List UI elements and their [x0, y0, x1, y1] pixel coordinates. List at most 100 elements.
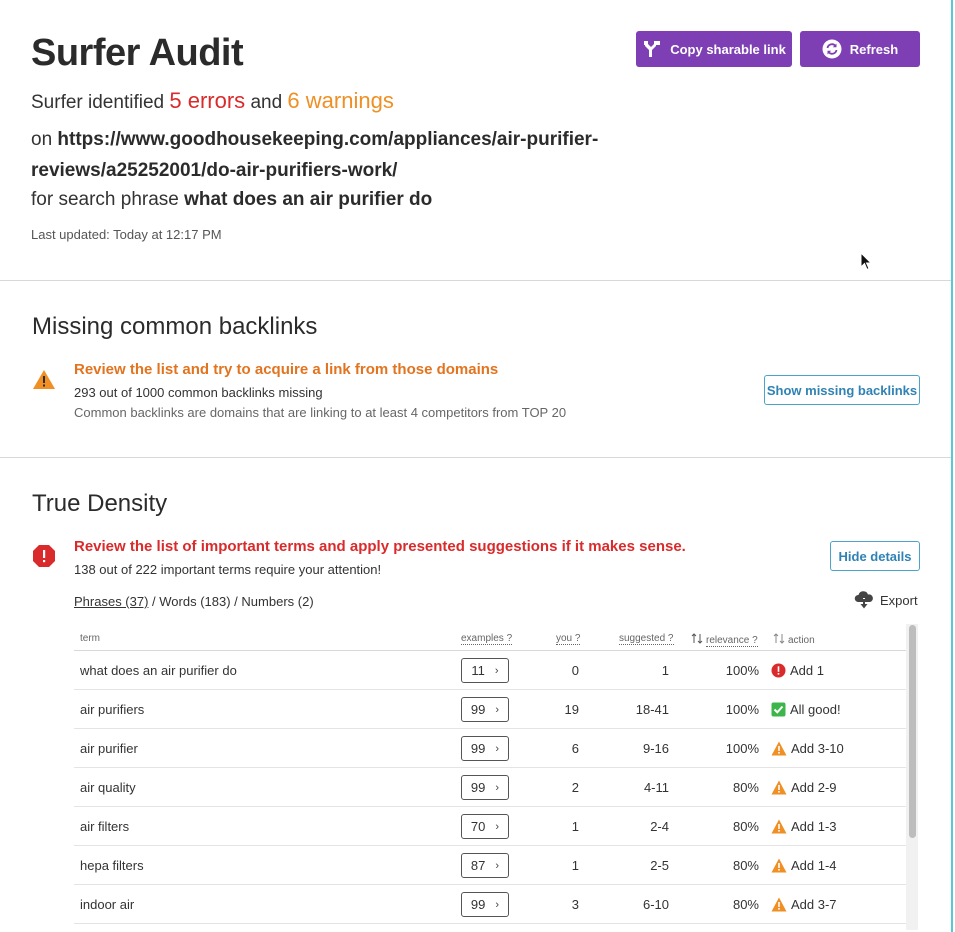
action-label: Add 3-10	[791, 741, 844, 756]
action-label: Add 2-9	[791, 780, 837, 795]
relevance-cell: 100%	[725, 663, 759, 678]
density-headline: Review the list of important terms and a…	[74, 538, 686, 555]
tab-separator: /	[230, 594, 242, 609]
examples-count: 11	[471, 663, 485, 678]
backlinks-section: Missing common backlinks Review the list…	[0, 281, 951, 458]
table-row: air purifiers 99 › 19 18-41 100% All good!	[74, 690, 906, 729]
copy-link-label: Copy sharable link	[670, 41, 786, 57]
table-row: air filters 70 › 1 2-4 80% Add 1-3	[74, 807, 906, 846]
term-cell: air filters	[80, 819, 130, 834]
tab-numbers[interactable]: Numbers (2)	[241, 594, 313, 609]
warning-icon	[33, 370, 55, 389]
refresh-icon	[822, 39, 842, 59]
action-label: All good!	[790, 702, 841, 717]
audit-header: Surfer Audit Surfer identified 5 errors …	[0, 0, 951, 281]
export-label: Export	[880, 592, 918, 608]
table-scrollbar-thumb[interactable]	[909, 625, 916, 838]
warning-icon	[771, 819, 787, 834]
relevance-cell: 100%	[725, 702, 759, 717]
chevron-right-icon: ›	[495, 898, 500, 911]
hide-details-button[interactable]: Hide details	[830, 541, 920, 571]
action-label: Add 1-4	[791, 858, 837, 873]
table-row: what does an air purifier do 11 › 0 1 100% Add…	[74, 651, 906, 690]
col-suggested-label: suggested ?	[619, 633, 674, 645]
on-text: on	[31, 129, 53, 150]
suggested-cell: 4-11	[643, 780, 669, 795]
col-term[interactable]: term	[80, 633, 100, 644]
refresh-button[interactable]: Refresh	[800, 31, 920, 67]
sort-icon	[773, 633, 785, 644]
action-cell: Add 1-3	[771, 819, 837, 834]
action-cell: All good!	[771, 702, 841, 717]
table-row: air purifier 99 › 6 9-16 100% Add 3-10	[74, 729, 906, 768]
term-cell: air quality	[80, 780, 136, 795]
action-label: Add 1	[790, 663, 824, 678]
you-cell: 0	[571, 663, 579, 678]
backlinks-headline: Review the list and try to acquire a lin…	[74, 361, 499, 378]
chevron-right-icon: ›	[495, 703, 500, 716]
tab-phrases[interactable]: Phrases (37)	[74, 594, 148, 609]
examples-button[interactable]: 99 ›	[461, 775, 509, 800]
col-you[interactable]: you ?	[556, 633, 581, 645]
term-cell: what does an air purifier do	[80, 663, 237, 678]
examples-count: 99	[470, 780, 486, 795]
you-cell: 2	[571, 780, 579, 795]
suggested-cell: 2-4	[650, 819, 669, 834]
col-examples[interactable]: examples ?	[461, 633, 513, 645]
action-label: Add 1-3	[791, 819, 837, 834]
relevance-cell: 80%	[732, 819, 759, 834]
true-density-section: True Density Review the list of importan…	[0, 458, 951, 932]
density-summary: 138 out of 222 important terms require y…	[74, 562, 382, 577]
last-updated: Last updated: Today at 12:17 PM	[31, 227, 222, 242]
suggested-cell: 6-10	[642, 897, 669, 912]
suggested-cell: 2-5	[650, 858, 669, 873]
examples-button[interactable]: 99 ›	[461, 892, 509, 917]
relevance-cell: 80%	[732, 897, 759, 912]
chevron-right-icon: ›	[494, 664, 499, 677]
suggested-cell: 1	[661, 663, 669, 678]
backlinks-title: Missing common backlinks	[32, 313, 318, 340]
identified-prefix: Surfer identified	[31, 92, 165, 113]
examples-button[interactable]: 70 ›	[461, 814, 509, 839]
tab-words[interactable]: Words (183)	[159, 594, 230, 609]
action-cell: Add 1-4	[771, 858, 837, 873]
col-you-label: you ?	[556, 633, 581, 645]
backlinks-description: Common backlinks are domains that are li…	[74, 405, 567, 420]
relevance-cell: 80%	[732, 780, 759, 795]
relevance-cell: 100%	[725, 741, 759, 756]
chevron-right-icon: ›	[495, 781, 500, 794]
action-label: Add 3-7	[791, 897, 837, 912]
you-cell: 3	[571, 897, 579, 912]
error-icon	[33, 545, 55, 567]
audited-url-line: on https://www.goodhousekeeping.com/appl…	[31, 124, 631, 186]
table-body: what does an air purifier do 11 › 0 1 100% Add…	[74, 651, 906, 924]
term-cell: indoor air	[80, 897, 135, 912]
col-relevance[interactable]: relevance ?	[691, 633, 758, 647]
examples-count: 70	[470, 819, 486, 834]
col-action[interactable]: action	[773, 633, 815, 646]
col-action-label: action	[788, 635, 815, 646]
examples-count: 99	[470, 741, 486, 756]
term-cell: air purifiers	[80, 702, 145, 717]
export-button[interactable]: Export	[854, 591, 918, 609]
col-suggested[interactable]: suggested ?	[619, 633, 674, 645]
copy-sharable-link-button[interactable]: Copy sharable link	[636, 31, 792, 67]
examples-button[interactable]: 11 ›	[461, 658, 509, 683]
warning-icon	[771, 780, 787, 795]
warnings-count: 6 warnings	[287, 88, 394, 113]
examples-button[interactable]: 99 ›	[461, 697, 509, 722]
warning-icon	[771, 741, 787, 756]
examples-count: 99	[470, 702, 486, 717]
suggested-cell: 18-41	[635, 702, 669, 717]
action-cell: Add 3-7	[771, 897, 837, 912]
warning-icon	[771, 858, 787, 873]
examples-button[interactable]: 99 ›	[461, 736, 509, 761]
col-examples-label: examples ?	[461, 633, 513, 645]
examples-button[interactable]: 87 ›	[461, 853, 509, 878]
term-cell: air purifier	[80, 741, 138, 756]
audit-page: Surfer Audit Surfer identified 5 errors …	[0, 0, 953, 932]
errors-count: 5 errors	[169, 88, 246, 113]
density-title: True Density	[32, 490, 168, 517]
you-cell: 19	[564, 702, 579, 717]
show-missing-backlinks-button[interactable]: Show missing backlinks	[764, 375, 920, 405]
